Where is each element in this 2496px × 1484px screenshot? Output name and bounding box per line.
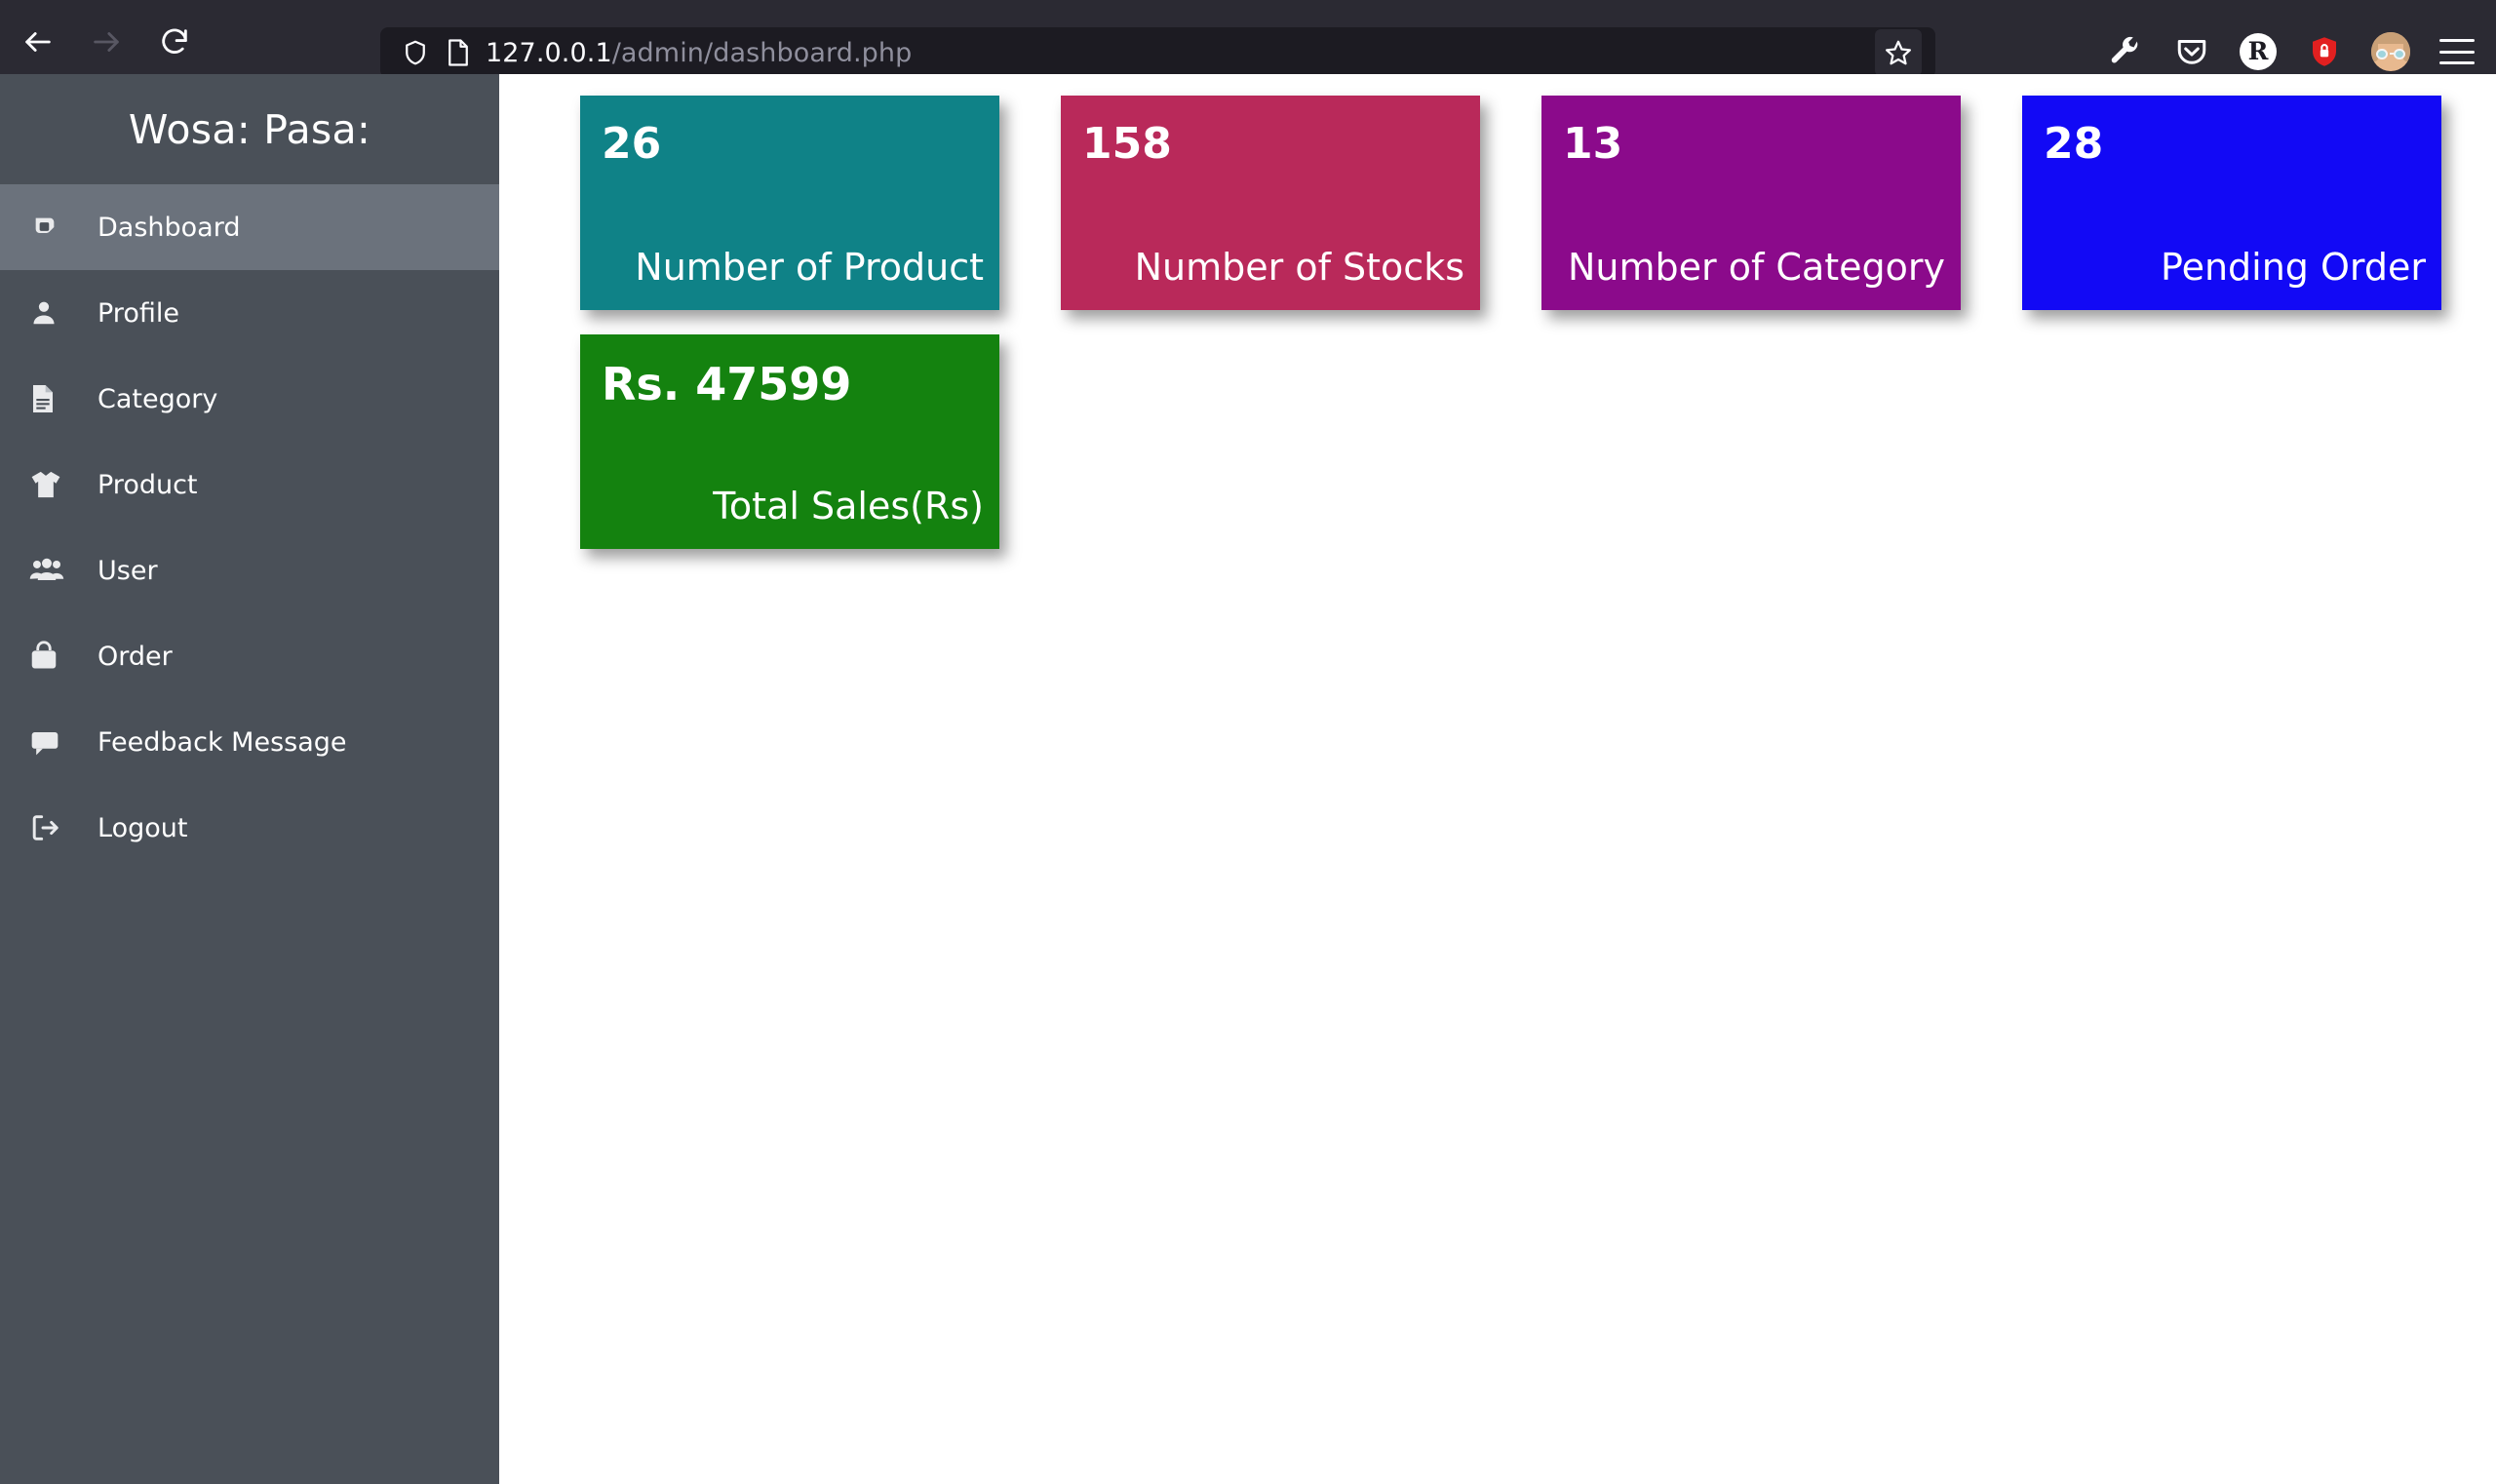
stat-caption: Number of Stocks: [1134, 246, 1464, 290]
forward-arrow-icon[interactable]: [76, 12, 136, 72]
sidebar-item-product[interactable]: Product: [0, 442, 499, 527]
browser-toolbar-right: R: [2096, 23, 2486, 80]
stat-card-number-of-category[interactable]: 13 Number of Category: [1541, 96, 1961, 310]
sidebar-item-logout[interactable]: Logout: [0, 785, 499, 871]
sidebar-item-dashboard[interactable]: Dashboard: [0, 184, 499, 270]
file-lines-icon: [21, 383, 86, 414]
url-path: /admin/dashboard.php: [611, 37, 913, 68]
back-arrow-icon[interactable]: [8, 12, 68, 72]
stat-card-number-of-product[interactable]: 26 Number of Product: [580, 96, 999, 310]
stat-card-number-of-stocks[interactable]: 158 Number of Stocks: [1061, 96, 1480, 310]
wrench-icon[interactable]: [2096, 23, 2155, 80]
sidebar-item-category[interactable]: Category: [0, 356, 499, 442]
avatar-glasses-left: [2376, 49, 2388, 59]
avatar: [2371, 32, 2410, 71]
stat-caption: Number of Category: [1567, 246, 1945, 290]
sidebar-item-user[interactable]: User: [0, 527, 499, 613]
user-icon: [21, 297, 86, 329]
avatar-glasses-right: [2394, 49, 2405, 59]
url-text[interactable]: 127.0.0.1/admin/dashboard.php: [480, 38, 1875, 68]
browser-chrome: 127.0.0.1/admin/dashboard.php R: [0, 0, 2496, 78]
hamburger-menu-icon[interactable]: [2428, 23, 2486, 80]
tracking-protection-shield-icon[interactable]: [394, 31, 437, 74]
sidebar-item-label: User: [98, 555, 158, 586]
stat-caption: Number of Product: [635, 246, 984, 290]
rakuten-icon[interactable]: R: [2229, 23, 2287, 80]
sidebar-item-profile[interactable]: Profile: [0, 270, 499, 356]
pocket-icon[interactable]: [2163, 23, 2221, 80]
stat-value: 28: [2044, 119, 2104, 169]
url-host: 127.0.0.1: [486, 37, 612, 68]
sidebar-brand: Wosa: Pasa:: [128, 105, 371, 153]
users-icon: [21, 555, 86, 586]
sidebar-item-label: Feedback Message: [98, 726, 347, 758]
comment-icon: [21, 727, 86, 757]
dashboard-icon: [21, 212, 86, 243]
browser-navigation-bar: 127.0.0.1/admin/dashboard.php R: [0, 10, 2496, 78]
page-viewport: Wosa: Pasa: Dashboard Profile Category P…: [0, 74, 2496, 1484]
stat-value: 26: [602, 119, 662, 169]
sidebar-item-feedback-message[interactable]: Feedback Message: [0, 699, 499, 785]
sidebar-item-label: Product: [98, 469, 198, 500]
stat-card-total-sales[interactable]: Rs. 47599 Total Sales(Rs): [580, 334, 999, 549]
shopping-bag-icon: [21, 641, 86, 672]
sidebar-item-label: Profile: [98, 297, 179, 329]
tshirt-icon: [21, 469, 86, 500]
sidebar-item-label: Category: [98, 383, 218, 414]
stat-caption: Total Sales(Rs): [713, 485, 984, 528]
sidebar-item-order[interactable]: Order: [0, 613, 499, 699]
avatar-hair-right: [2403, 38, 2410, 61]
sales-card-row: Rs. 47599 Total Sales(Rs): [580, 334, 999, 549]
tab-strip: [0, 0, 2496, 10]
stat-card-pending-order[interactable]: 28 Pending Order: [2022, 96, 2441, 310]
stat-cards-row: 26 Number of Product 158 Number of Stock…: [580, 96, 2441, 310]
main-content: 26 Number of Product 158 Number of Stock…: [499, 74, 2496, 1484]
sidebar-item-label: Dashboard: [98, 212, 241, 243]
stat-caption: Pending Order: [2161, 246, 2426, 290]
sign-out-icon: [21, 812, 86, 843]
sidebar-item-label: Logout: [98, 812, 188, 843]
page-document-icon[interactable]: [437, 31, 480, 74]
avatar-glasses-bridge: [2390, 53, 2394, 55]
url-bar[interactable]: 127.0.0.1/admin/dashboard.php: [380, 27, 1935, 78]
bookmark-star-icon[interactable]: [1875, 29, 1922, 76]
rakuten-letter: R: [2240, 33, 2277, 70]
stat-value: Rs. 47599: [602, 358, 852, 410]
account-avatar-icon[interactable]: [2361, 23, 2420, 80]
shield-lock-icon[interactable]: [2295, 23, 2354, 80]
stat-value: 13: [1563, 119, 1623, 169]
sidebar-item-label: Order: [98, 641, 173, 672]
stat-value: 158: [1082, 119, 1172, 169]
reload-icon[interactable]: [144, 12, 205, 72]
sidebar: Wosa: Pasa: Dashboard Profile Category P…: [0, 74, 499, 1484]
hamburger-lines: [2439, 39, 2475, 64]
